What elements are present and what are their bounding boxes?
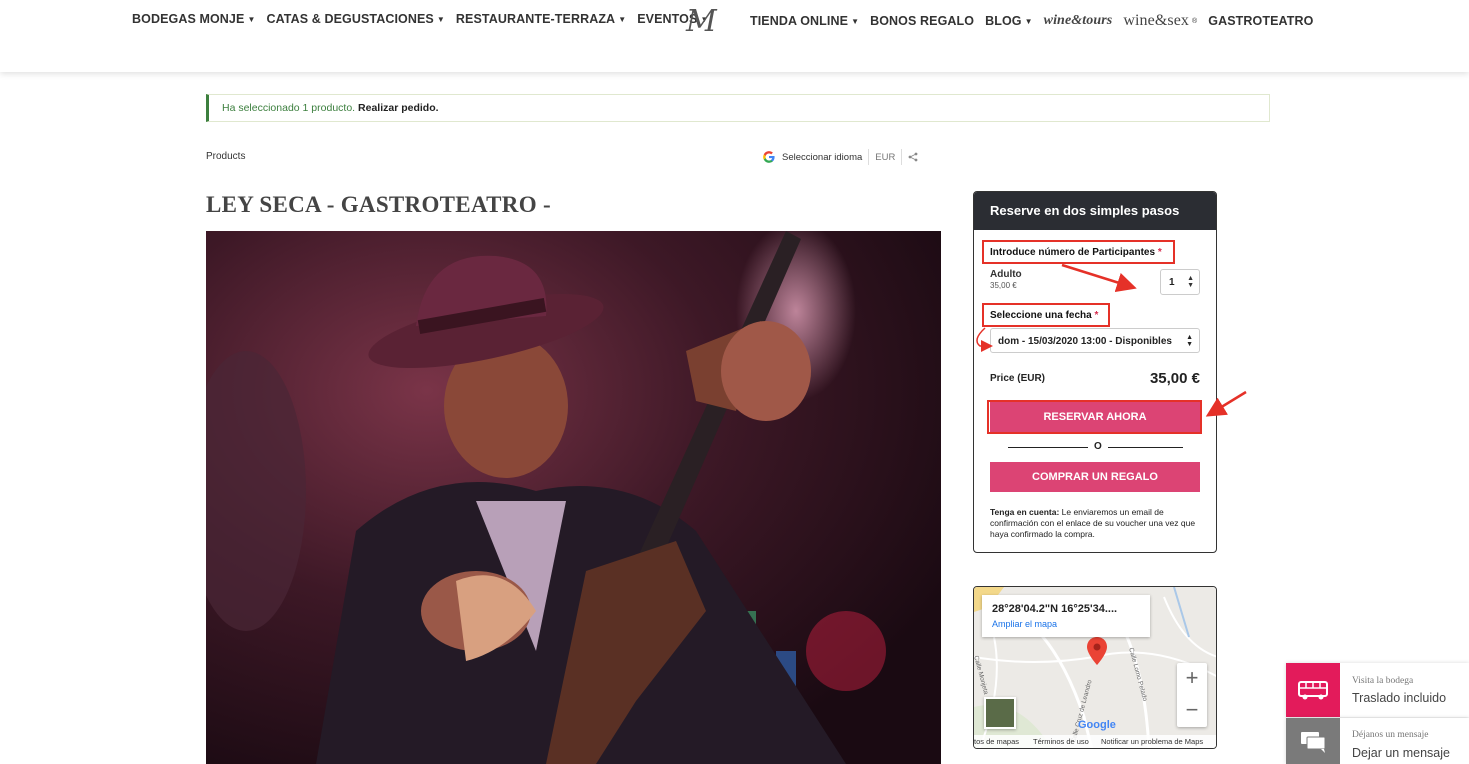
nav-label: GASTROTEATRO — [1208, 14, 1314, 28]
nav-label: BLOG — [985, 14, 1022, 28]
site-header: BODEGAS MONJE ▼ CATAS & DEGUSTACIONES ▼ RE… — [0, 0, 1469, 72]
map-info-card: 28°28'04.2"N 16°25'34.... Ampliar el map… — [982, 595, 1150, 637]
page-title: LEY SECA - GASTROTEATRO - — [206, 192, 551, 217]
divider — [901, 149, 903, 165]
main-nav-right: TIENDA ONLINE ▼ BONOS REGALO BLOG ▼ wine&t… — [750, 12, 1313, 30]
annotation-box — [982, 303, 1110, 327]
ticket-name: Adulto — [990, 269, 1022, 280]
date-select-value: dom - 15/03/2020 13:00 - Disponibles — [998, 336, 1172, 347]
language-selector[interactable]: Seleccionar idioma — [782, 152, 862, 163]
enlarge-map-link[interactable]: Ampliar el mapa — [992, 619, 1057, 629]
chat-icon — [1286, 718, 1340, 764]
chevron-down-icon: ▼ — [436, 14, 445, 24]
zoom-controls: + − — [1177, 663, 1207, 727]
chevron-down-icon: ▼ — [247, 14, 256, 24]
nav-wine-tours-logo[interactable]: wine&tours — [1044, 13, 1113, 29]
date-select[interactable]: dom - 15/03/2020 13:00 - Disponibles ▲ ▼ — [990, 328, 1200, 353]
booking-panel: Reserve en dos simples pasos Introduce n… — [973, 191, 1217, 553]
widget-title: Dejar un mensaje — [1352, 746, 1450, 760]
product-photo — [206, 231, 941, 764]
nav-bonos-regalo[interactable]: BONOS REGALO — [870, 14, 974, 28]
map-footer: tos de mapas Términos de uso Notificar u… — [974, 735, 1216, 748]
nav-tienda-online[interactable]: TIENDA ONLINE ▼ — [750, 14, 859, 28]
map-coordinates: 28°28'04.2"N 16°25'34.... — [992, 603, 1118, 615]
quantity-value: 1 — [1169, 277, 1175, 288]
annotation-box — [982, 240, 1175, 264]
nav-restaurante-terraza[interactable]: RESTAURANTE-TERRAZA ▼ — [456, 12, 626, 26]
google-icon — [763, 151, 775, 163]
site-logo[interactable]: M — [686, 4, 717, 39]
notice-text: Ha seleccionado 1 producto. — [222, 102, 359, 114]
quantity-stepper[interactable]: 1 ▲ ▼ — [1160, 269, 1200, 295]
satellite-toggle[interactable] — [984, 697, 1016, 729]
nav-label: BONOS REGALO — [870, 14, 975, 28]
bus-icon — [1286, 663, 1340, 717]
ticket-price: 35,00 € — [990, 281, 1017, 290]
registered-mark: ® — [1192, 17, 1198, 25]
select-arrows-icon: ▲ ▼ — [1186, 334, 1193, 348]
nav-catas-degustaciones[interactable]: CATAS & DEGUSTACIONES ▼ — [266, 12, 444, 26]
stepper-arrows-icon[interactable]: ▲ ▼ — [1187, 275, 1194, 289]
terms-link[interactable]: Términos de uso — [1033, 737, 1089, 746]
zoom-out-button[interactable]: − — [1177, 695, 1207, 727]
visit-winery-widget[interactable]: Visita la bodega Traslado incluido — [1286, 663, 1469, 717]
nav-label: RESTAURANTE-TERRAZA — [455, 12, 616, 26]
booking-note: Tenga en cuenta: Le enviaremos un email … — [990, 507, 1204, 540]
map-data-link[interactable]: tos de mapas — [974, 737, 1019, 746]
nav-gastroteatro[interactable]: GASTROTEATRO — [1208, 14, 1313, 28]
breadcrumb[interactable]: Products — [206, 151, 245, 162]
nav-wine-sex-logo[interactable]: wine&sex ® — [1123, 12, 1197, 30]
chevron-down-icon: ▼ — [851, 16, 860, 26]
google-wordmark: Google — [1078, 719, 1116, 731]
main-nav-left: BODEGAS MONJE ▼ CATAS & DEGUSTACIONES ▼ RE… — [132, 12, 708, 26]
widget-subtitle: Visita la bodega — [1352, 676, 1414, 686]
nav-label: BODEGAS MONJE — [132, 12, 245, 26]
google-logo: Google — [1078, 719, 1116, 731]
cart-notice: Ha seleccionado 1 producto. Realizar ped… — [206, 94, 1270, 122]
nav-label: TIENDA ONLINE — [750, 14, 849, 28]
report-problem-link[interactable]: Notificar un problema de Maps — [1101, 737, 1203, 746]
nav-blog[interactable]: BLOG ▼ — [985, 14, 1033, 28]
wine-sex-wordmark: wine&sex — [1123, 12, 1190, 29]
gift-button[interactable]: COMPRAR UN REGALO — [990, 462, 1200, 492]
widget-subtitle: Déjanos un mensaje — [1352, 730, 1429, 740]
nav-bodegas-monje[interactable]: BODEGAS MONJE ▼ — [132, 12, 255, 26]
checkout-link[interactable]: Realizar pedido. — [358, 102, 439, 114]
nav-label: CATAS & DEGUSTACIONES — [266, 12, 434, 26]
widget-title: Traslado incluido — [1352, 691, 1447, 705]
annotation-box — [987, 400, 1202, 434]
share-icon[interactable] — [908, 152, 918, 162]
or-separator: O — [1088, 441, 1108, 452]
map-pin-icon[interactable] — [1087, 637, 1107, 665]
price-value: 35,00 € — [1149, 370, 1200, 387]
page-tools: Seleccionar idioma EUR — [762, 149, 918, 165]
price-label: Price (EUR) — [990, 373, 1046, 384]
currency-selector[interactable]: EUR — [875, 152, 895, 163]
chevron-down-icon: ▼ — [618, 14, 627, 24]
chevron-down-icon: ▼ — [1024, 16, 1033, 26]
location-map[interactable]: Calle Monjeta Calle Cruz de Leandro Call… — [973, 586, 1217, 749]
zoom-in-button[interactable]: + — [1177, 663, 1207, 695]
booking-heading: Reserve en dos simples pasos — [974, 192, 1216, 230]
divider — [868, 149, 870, 165]
note-label: Tenga en cuenta: — [990, 507, 1060, 517]
message-widget[interactable]: Déjanos un mensaje Dejar un mensaje — [1286, 718, 1469, 764]
